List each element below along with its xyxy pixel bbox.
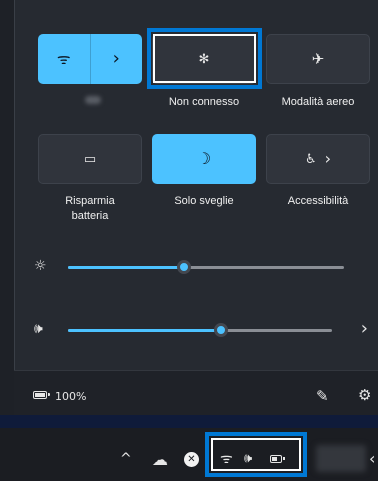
chevron-right-icon: › xyxy=(112,48,120,69)
battery-saver-label: Risparmia batteria xyxy=(65,195,115,222)
wifi-expand-button[interactable]: › xyxy=(91,34,143,84)
brightness-thumb[interactable] xyxy=(176,260,191,274)
volume-thumb[interactable] xyxy=(214,323,229,337)
desktop-background xyxy=(0,415,378,428)
bluetooth-highlight-box xyxy=(147,28,262,89)
wifi-tile[interactable]: ᯤ › xyxy=(38,34,142,84)
chevron-right-icon: › xyxy=(324,149,332,168)
battery-saver-tile[interactable]: ▭ xyxy=(38,134,142,184)
brightness-fill xyxy=(68,266,184,269)
chevron-up-icon[interactable]: ^ xyxy=(120,452,132,466)
accessibility-label: Accessibilità xyxy=(287,195,349,207)
focus-assist-tile[interactable]: ☽ xyxy=(152,134,256,184)
taskbar-volume-icon[interactable]: 🕪 xyxy=(244,452,252,465)
airplane-icon: ✈ xyxy=(311,49,325,68)
battery-icon xyxy=(33,391,50,399)
brightness-slider-row: ☼ xyxy=(34,257,374,277)
volume-fill xyxy=(68,329,222,332)
wifi-network-label xyxy=(85,96,101,104)
accessibility-icon: ♿ xyxy=(304,151,317,167)
volume-output-chevron[interactable]: › xyxy=(361,318,368,339)
settings-icon[interactable]: ⚙ xyxy=(358,386,371,404)
airplane-mode-label: Modalità aereo xyxy=(281,96,355,108)
close-icon[interactable]: ✕ xyxy=(184,452,199,467)
volume-icon: 🕪 xyxy=(34,321,43,337)
taskbar-edge-chevron[interactable]: ‹ xyxy=(369,451,375,467)
battery-saver-icon: ▭ xyxy=(83,151,97,167)
focus-assist-label: Solo sveglie xyxy=(174,195,234,207)
bluetooth-label: Non connesso xyxy=(168,96,240,108)
wifi-icon: ᯤ xyxy=(56,49,71,68)
airplane-mode-tile[interactable]: ✈ xyxy=(266,34,370,84)
taskbar-clock-area[interactable] xyxy=(316,445,366,472)
wifi-toggle-button[interactable]: ᯤ xyxy=(38,34,90,84)
taskbar-wifi-icon[interactable]: ᯤ xyxy=(220,452,233,466)
cloud-icon[interactable]: ☁ xyxy=(152,452,168,468)
volume-slider-row: 🕪 › xyxy=(34,318,374,340)
accessibility-tile[interactable]: ♿ › xyxy=(266,134,370,184)
edit-icon[interactable]: ✎ xyxy=(316,387,329,405)
brightness-slider[interactable] xyxy=(68,260,344,274)
battery-percent: 100% xyxy=(55,390,87,403)
moon-icon: ☽ xyxy=(196,149,212,168)
battery-status[interactable]: 100% xyxy=(33,390,103,404)
brightness-icon: ☼ xyxy=(34,258,47,274)
volume-slider[interactable] xyxy=(68,323,332,337)
taskbar-battery-icon[interactable] xyxy=(270,455,285,463)
